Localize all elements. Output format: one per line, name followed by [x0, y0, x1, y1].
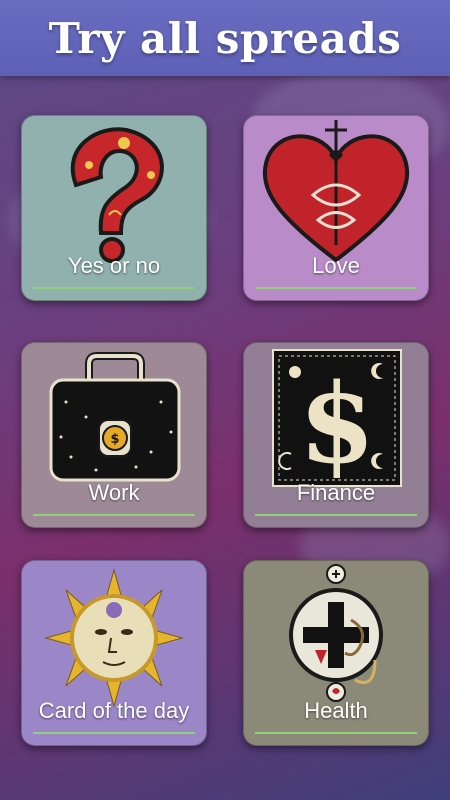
spread-card-yes-or-no[interactable]: Yes or no: [21, 115, 207, 301]
page-title: Try all spreads: [48, 13, 402, 63]
label-underline: [255, 514, 417, 516]
spread-label: Card of the day: [38, 698, 190, 723]
spread-card-card-of-the-day[interactable]: Card of the day: [21, 560, 207, 746]
spread-card-finance[interactable]: $ Finance: [243, 342, 429, 528]
label-underline: [33, 514, 195, 516]
briefcase-icon: $: [49, 352, 181, 482]
question-mark-icon: [70, 127, 164, 263]
spread-card-work[interactable]: $ Work: [21, 342, 207, 528]
label-underline: [255, 287, 417, 289]
header-banner: Try all spreads: [0, 0, 450, 76]
dollar-icon: $: [272, 349, 402, 488]
spread-label: Work: [88, 480, 140, 505]
spread-card-love[interactable]: Love: [243, 115, 429, 301]
label-underline: [33, 732, 195, 734]
spread-card-health[interactable]: Health: [243, 560, 429, 746]
label-underline: [33, 287, 195, 289]
spread-label: Finance: [296, 480, 376, 505]
spread-label: Yes or no: [67, 253, 161, 278]
svg-text:$: $: [110, 432, 119, 447]
label-underline: [255, 732, 417, 734]
spread-label: Love: [312, 253, 360, 278]
sun-icon: [44, 568, 184, 708]
heart-icon: [262, 120, 410, 263]
svg-text:$: $: [299, 359, 376, 488]
spread-label: Health: [304, 698, 368, 723]
medical-cross-icon: [289, 564, 383, 702]
